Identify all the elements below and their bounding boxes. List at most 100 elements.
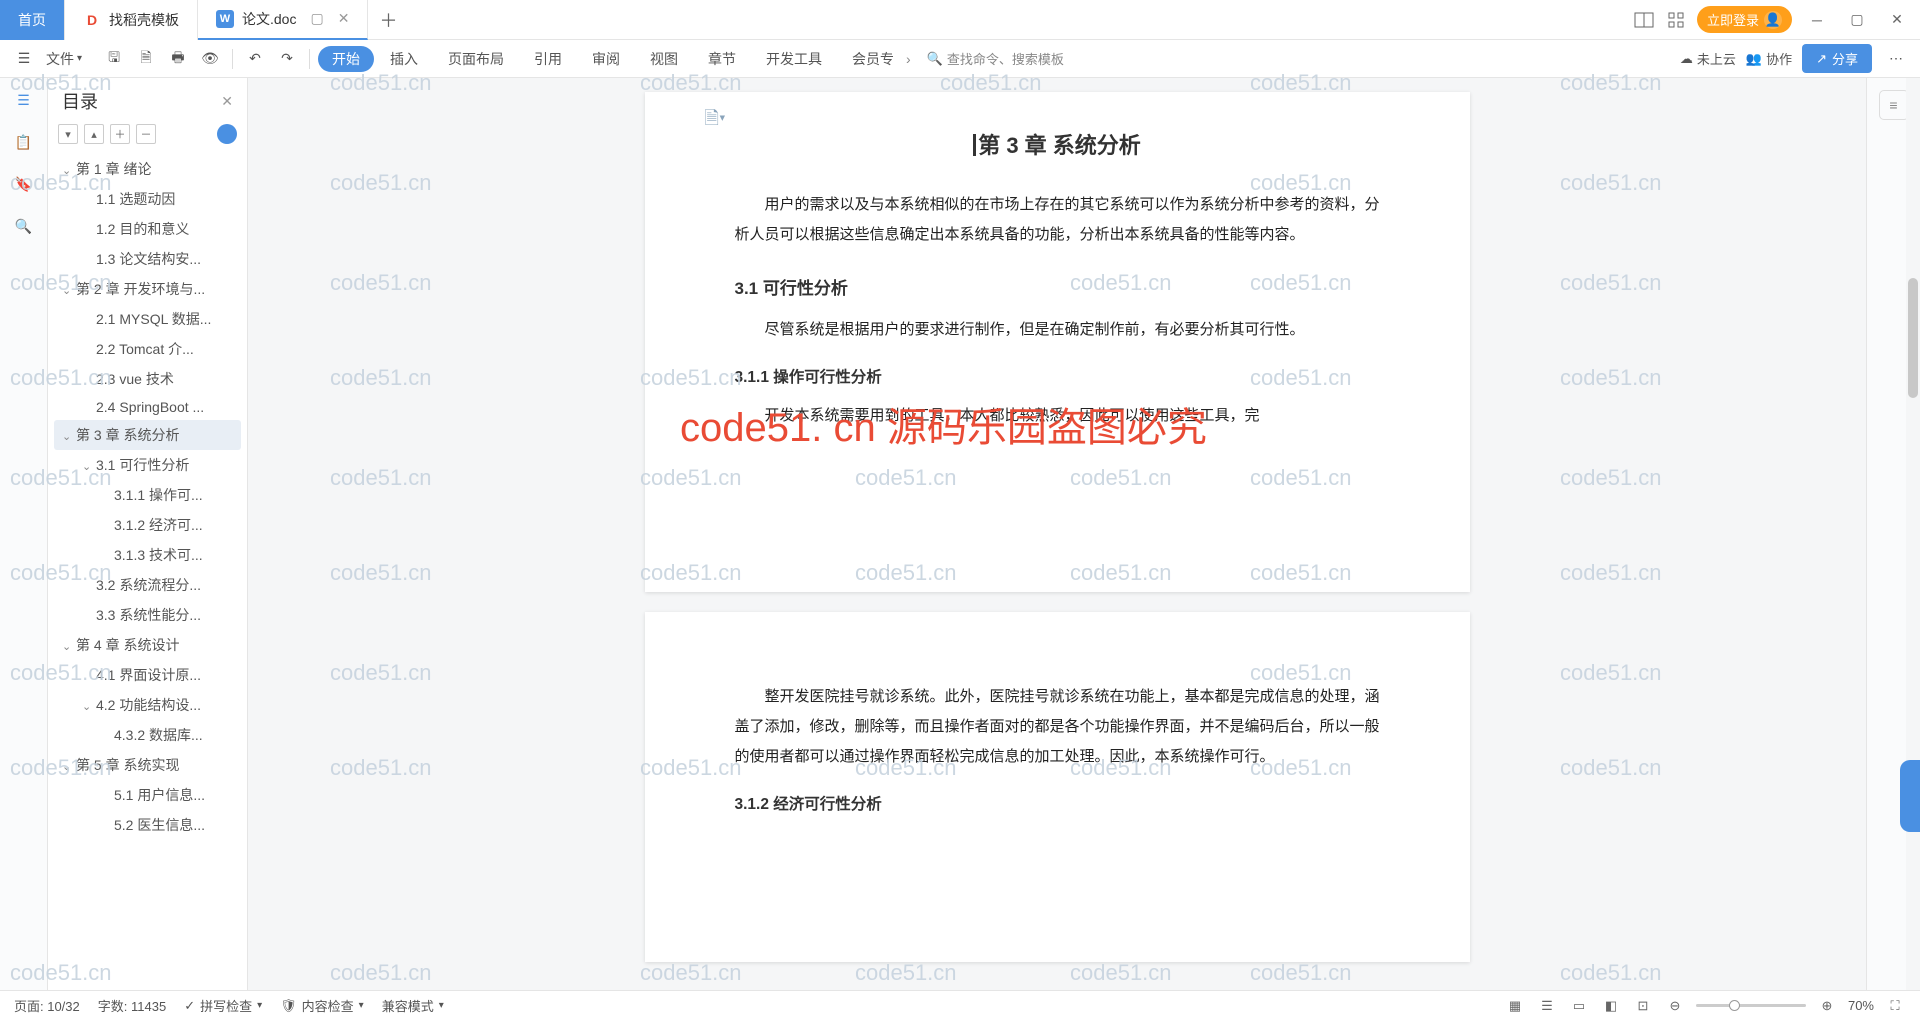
- ribbon-tab-8[interactable]: 会员专: [838, 40, 908, 78]
- panel-toggle-icon[interactable]: ≡: [1879, 90, 1909, 120]
- outline-item[interactable]: ⌄第 3 章 系统分析: [54, 420, 241, 450]
- tab-close-icon[interactable]: ✕: [338, 10, 350, 27]
- outline-title: 目录: [62, 88, 98, 114]
- subsection-heading: 3.1.2 经济可行性分析: [735, 792, 1380, 814]
- ribbon-tab-3[interactable]: 引用: [520, 40, 576, 78]
- view-web-icon[interactable]: ▭: [1568, 995, 1590, 1017]
- zoom-fit-icon[interactable]: ⊡: [1632, 995, 1654, 1017]
- zoom-value[interactable]: 70%: [1848, 998, 1874, 1013]
- ribbon-tab-1[interactable]: 插入: [376, 40, 432, 78]
- outline-item[interactable]: 4.3.2 数据库...: [54, 720, 241, 750]
- tab-home[interactable]: 首页: [0, 0, 65, 40]
- clipboard-rail-icon[interactable]: 📋: [12, 130, 36, 154]
- search-icon: 🔍: [927, 51, 943, 67]
- page-indicator[interactable]: 页面: 10/32: [14, 996, 80, 1015]
- outline-item[interactable]: 3.2 系统流程分...: [54, 570, 241, 600]
- menu-icon[interactable]: ☰: [10, 45, 38, 73]
- main-area: ☰ 📋 🔖 🔍 目录 ✕ ▾ ▴ ＋ － ⌄第 1 章 绪论1.1 选题动因1.…: [0, 78, 1920, 990]
- close-button[interactable]: ✕: [1882, 5, 1912, 35]
- outline-item[interactable]: 5.2 医生信息...: [54, 810, 241, 840]
- ribbon-tab-5[interactable]: 视图: [636, 40, 692, 78]
- fullscreen-icon[interactable]: ⛶: [1884, 995, 1906, 1017]
- outline-item[interactable]: 3.1.2 经济可...: [54, 510, 241, 540]
- cloud-status[interactable]: ☁未上云: [1680, 49, 1736, 68]
- search-rail-icon[interactable]: 🔍: [12, 214, 36, 238]
- outline-item[interactable]: 2.2 Tomcat 介...: [54, 334, 241, 364]
- compat-mode[interactable]: 兼容模式▾: [382, 996, 444, 1015]
- status-bar: 页面: 10/32 字数: 11435 ✓拼写检查▾ 🛡内容检查▾ 兼容模式▾ …: [0, 990, 1920, 1020]
- outline-item[interactable]: 1.2 目的和意义: [54, 214, 241, 244]
- saveas-icon[interactable]: 🗎: [132, 45, 160, 73]
- zoom-in-icon[interactable]: ⊕: [1816, 995, 1838, 1017]
- tab-document[interactable]: W 论文.doc ▢ ✕: [198, 0, 368, 40]
- view-print-icon[interactable]: ▦: [1504, 995, 1526, 1017]
- outline-item[interactable]: 3.1.1 操作可...: [54, 480, 241, 510]
- zoom-slider[interactable]: [1696, 1004, 1806, 1007]
- user-icon: 👤: [1764, 11, 1782, 29]
- outline-item[interactable]: ⌄3.1 可行性分析: [54, 450, 241, 480]
- outline-item[interactable]: 3.3 系统性能分...: [54, 600, 241, 630]
- document-area[interactable]: 🗎▾ 第 3 章 系统分析 用户的需求以及与本系统相似的在市场上存在的其它系统可…: [248, 78, 1866, 990]
- outline-item[interactable]: 3.1.3 技术可...: [54, 540, 241, 570]
- tab-templates[interactable]: D 找稻壳模板: [65, 0, 198, 40]
- login-button[interactable]: 立即登录 👤: [1697, 6, 1792, 33]
- content-check[interactable]: 🛡内容检查▾: [280, 996, 364, 1015]
- expand-all-icon[interactable]: ▴: [84, 124, 104, 144]
- bookmark-rail-icon[interactable]: 🔖: [12, 172, 36, 196]
- outline-item[interactable]: 1.3 论文结构安...: [54, 244, 241, 274]
- outline-item[interactable]: 2.4 SpringBoot ...: [54, 394, 241, 420]
- outline-item[interactable]: ⌄第 2 章 开发环境与...: [54, 274, 241, 304]
- preview-icon[interactable]: 👁: [196, 45, 224, 73]
- outline-item[interactable]: ⌄第 5 章 系统实现: [54, 750, 241, 780]
- command-search[interactable]: 🔍 查找命令、搜索模板: [927, 49, 1064, 68]
- tab-window-icon[interactable]: ▢: [310, 10, 323, 27]
- body-paragraph: 用户的需求以及与本系统相似的在市场上存在的其它系统可以作为系统分析中参考的资料，…: [735, 190, 1380, 250]
- apps-icon[interactable]: [1665, 9, 1687, 31]
- document-page-2: 整开发医院挂号就诊系统。此外，医院挂号就诊系统在功能上，基本都是完成信息的处理，…: [645, 612, 1470, 962]
- print-icon[interactable]: 🖶: [164, 45, 192, 73]
- new-tab-button[interactable]: ＋: [368, 0, 408, 40]
- maximize-button[interactable]: ▢: [1842, 5, 1872, 35]
- ribbon: ☰ 文件▾ 🖫 🗎 🖶 👁 ↶ ↷ 开始插入页面布局引用审阅视图章节开发工具会员…: [0, 40, 1920, 78]
- ribbon-tab-7[interactable]: 开发工具: [752, 40, 836, 78]
- minimize-button[interactable]: ─: [1802, 5, 1832, 35]
- outline-settings-icon[interactable]: [217, 124, 237, 144]
- side-tab-button[interactable]: [1900, 760, 1920, 832]
- ribbon-tab-4[interactable]: 审阅: [578, 40, 634, 78]
- layout-icon[interactable]: [1633, 9, 1655, 31]
- outline-rail-icon[interactable]: ☰: [12, 88, 36, 112]
- ribbon-tab-6[interactable]: 章节: [694, 40, 750, 78]
- outline-item[interactable]: 2.3 vue 技术: [54, 364, 241, 394]
- ribbon-tab-2[interactable]: 页面布局: [434, 40, 518, 78]
- collapse-all-icon[interactable]: ▾: [58, 124, 78, 144]
- view-read-icon[interactable]: ◧: [1600, 995, 1622, 1017]
- redo-icon[interactable]: ↷: [273, 45, 301, 73]
- vertical-scrollbar[interactable]: [1906, 78, 1920, 990]
- collab-button[interactable]: 👥协作: [1746, 49, 1792, 68]
- outline-item[interactable]: 5.1 用户信息...: [54, 780, 241, 810]
- outline-item[interactable]: 2.1 MYSQL 数据...: [54, 304, 241, 334]
- cloud-icon: ☁: [1680, 51, 1693, 67]
- page-doc-icon: 🗎▾: [705, 106, 726, 136]
- zoom-out-icon[interactable]: ⊖: [1664, 995, 1686, 1017]
- view-outline-icon[interactable]: ☰: [1536, 995, 1558, 1017]
- outline-item[interactable]: ⌄第 1 章 绪论: [54, 154, 241, 184]
- share-button[interactable]: ↗分享: [1802, 44, 1872, 73]
- title-bar: 首页 D 找稻壳模板 W 论文.doc ▢ ✕ ＋ 立即登录 👤 ─ ▢ ✕: [0, 0, 1920, 40]
- outline-item[interactable]: ⌄第 4 章 系统设计: [54, 630, 241, 660]
- more-icon[interactable]: ⋯: [1882, 45, 1910, 73]
- ribbon-tab-0[interactable]: 开始: [318, 46, 374, 72]
- word-count[interactable]: 字数: 11435: [98, 996, 166, 1015]
- file-menu[interactable]: 文件▾: [42, 40, 96, 78]
- outline-item[interactable]: ⌄4.2 功能结构设...: [54, 690, 241, 720]
- remove-level-icon[interactable]: －: [136, 124, 156, 144]
- spell-check[interactable]: ✓拼写检查▾: [184, 996, 262, 1015]
- add-level-icon[interactable]: ＋: [110, 124, 130, 144]
- undo-icon[interactable]: ↶: [241, 45, 269, 73]
- scrollbar-thumb[interactable]: [1908, 278, 1918, 398]
- outline-close-icon[interactable]: ✕: [221, 93, 233, 110]
- zoom-thumb[interactable]: [1729, 1000, 1740, 1011]
- outline-item[interactable]: 4.1 界面设计原...: [54, 660, 241, 690]
- outline-item[interactable]: 1.1 选题动因: [54, 184, 241, 214]
- save-icon[interactable]: 🖫: [100, 45, 128, 73]
